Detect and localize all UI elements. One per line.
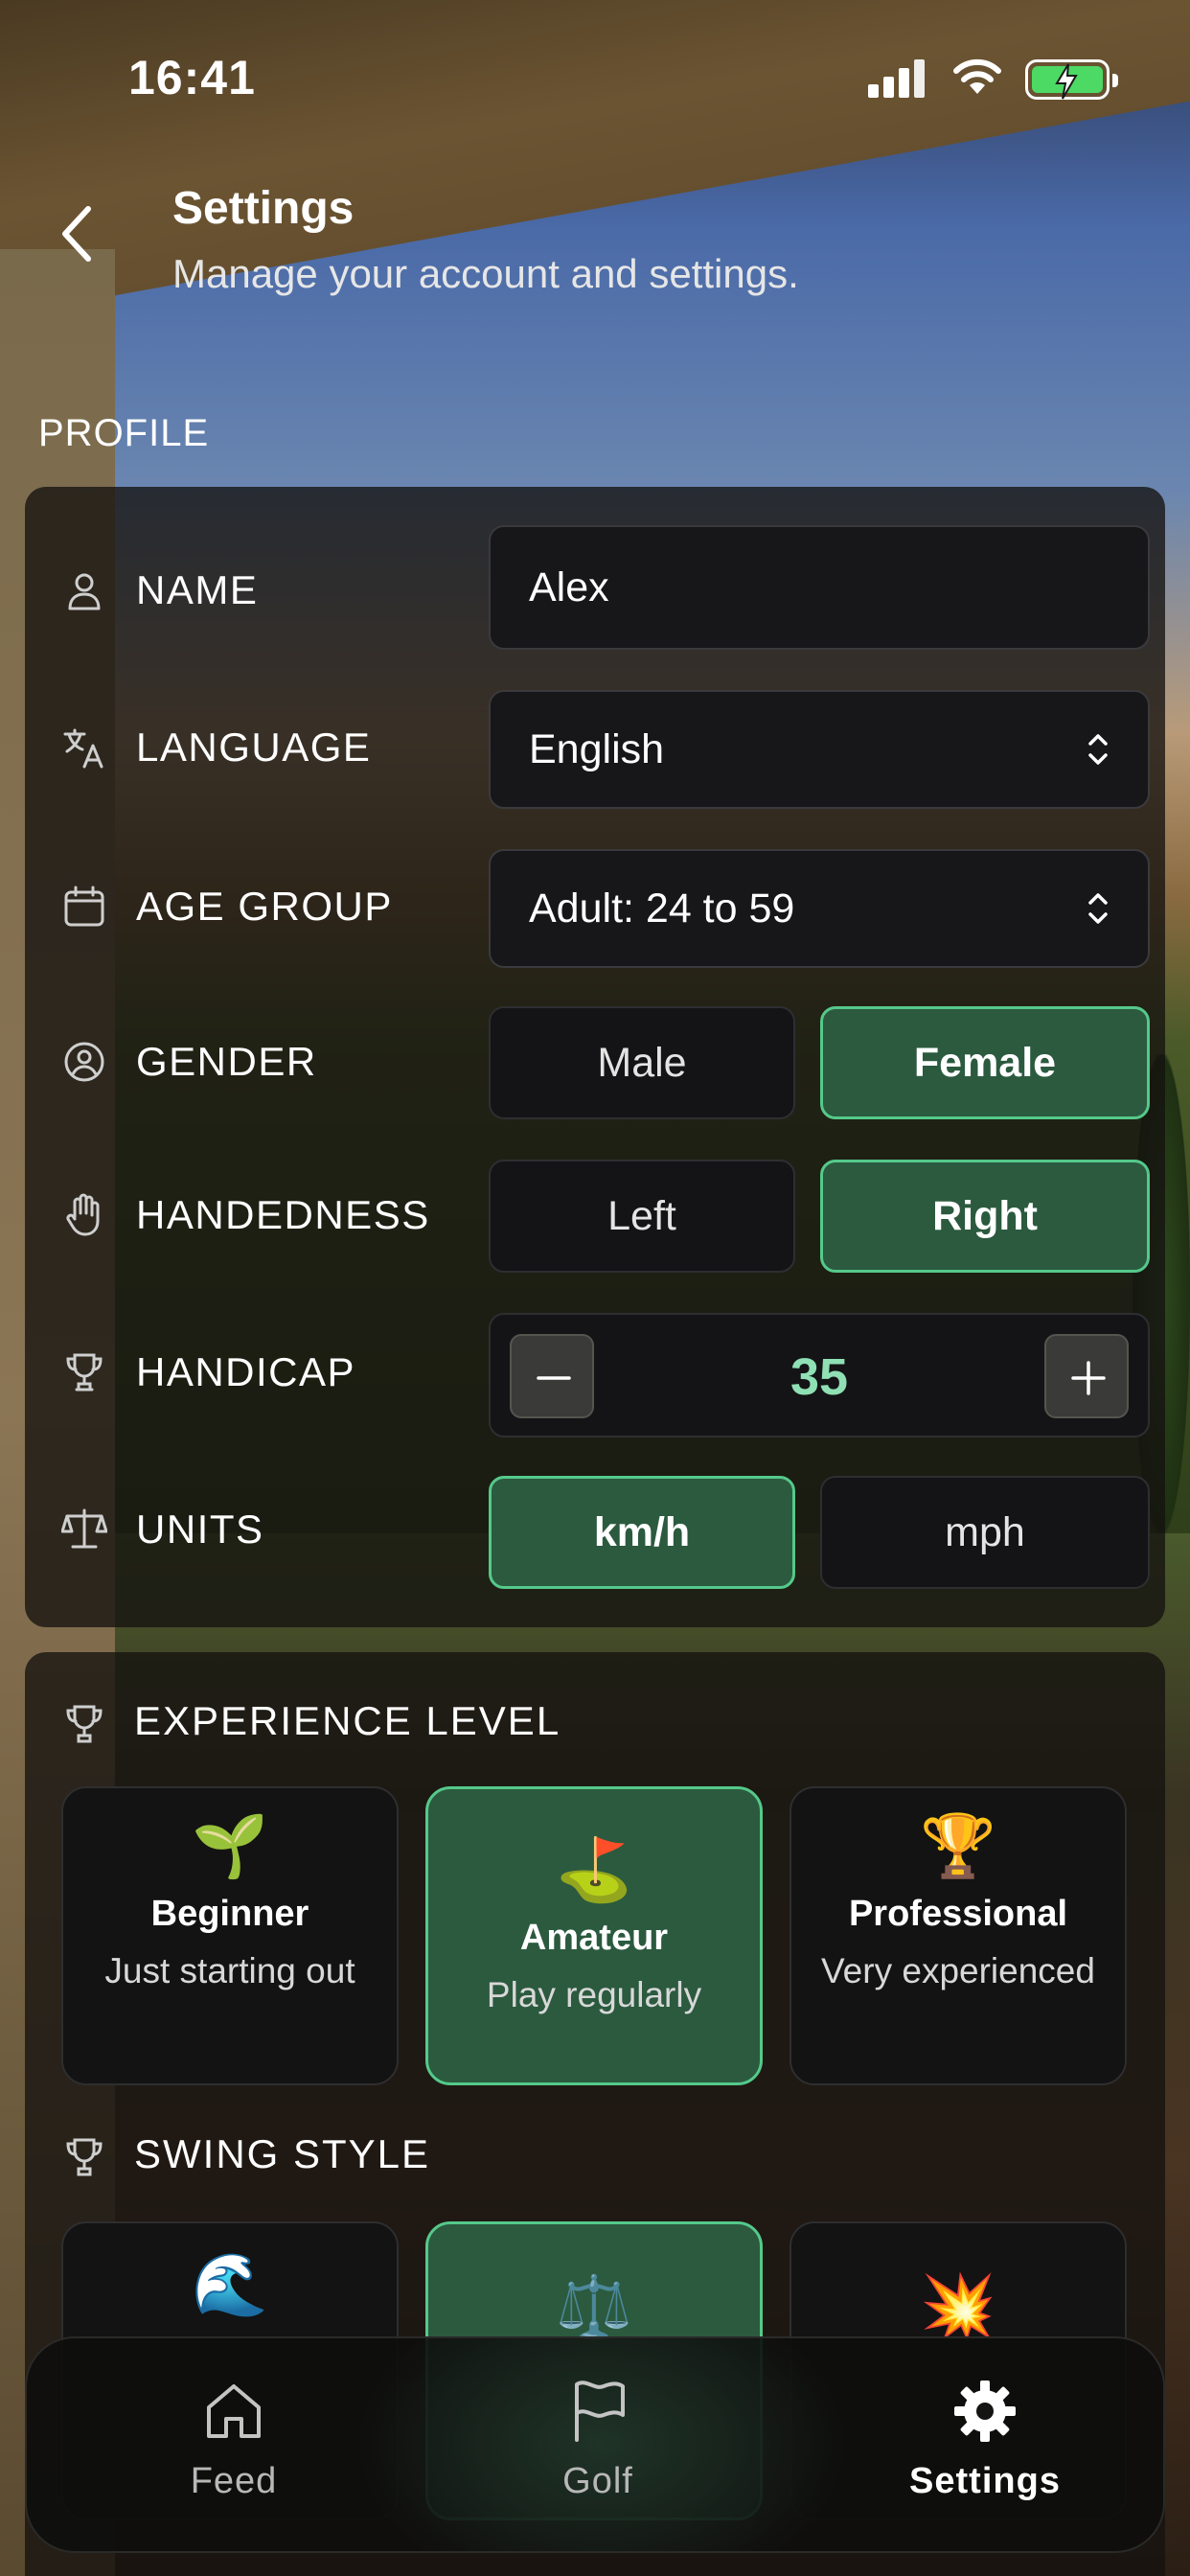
chevron-left-icon — [62, 206, 91, 262]
flag-icon — [575, 2380, 625, 2442]
swing-style-label: SWING STYLE — [134, 2131, 431, 2176]
trophy-icon — [66, 1353, 103, 1392]
trophy-emoji-icon: 🏆 — [920, 1811, 996, 1880]
age-group-label: AGE GROUP — [136, 884, 393, 929]
scale-icon — [61, 1508, 107, 1549]
person-icon — [68, 573, 101, 610]
units-label: UNITS — [136, 1506, 264, 1552]
handicap-increment-button[interactable] — [1044, 1334, 1129, 1418]
experience-professional-tile[interactable]: 🏆 Professional Very experienced — [790, 1786, 1127, 2085]
experience-beginner-desc: Just starting out — [104, 1951, 355, 1990]
chevron-up-down-icon — [1088, 734, 1108, 765]
experience-beginner-tile[interactable]: 🌱 Beginner Just starting out — [61, 1786, 399, 2085]
plus-icon — [1071, 1361, 1106, 1395]
explosion-icon: 💥 — [920, 2271, 996, 2340]
experience-level-label: EXPERIENCE LEVEL — [134, 1698, 561, 1743]
battery-icon — [1025, 59, 1118, 100]
tab-bar: Feed Golf Settings — [25, 2336, 1165, 2553]
tab-feed-label: Feed — [190, 2461, 278, 2501]
experience-beginner-title: Beginner — [150, 1894, 309, 1934]
handicap-label: HANDICAP — [136, 1349, 356, 1394]
language-select[interactable]: English — [489, 690, 1150, 809]
golf-flag-icon: ⛳ — [556, 1835, 632, 1904]
language-label: LANGUAGE — [136, 724, 372, 770]
wave-icon: 🌊 — [192, 2250, 268, 2319]
gear-icon — [954, 2380, 1016, 2442]
cellular-signal-icon — [868, 59, 926, 98]
tab-settings-label: Settings — [909, 2461, 1061, 2501]
units-kmh-button[interactable]: km/h — [489, 1476, 795, 1589]
gender-label: GENDER — [136, 1039, 317, 1084]
experience-professional-desc: Very experienced — [821, 1951, 1095, 1990]
section-label-profile: PROFILE — [38, 412, 210, 454]
calendar-icon — [64, 886, 104, 927]
tab-settings[interactable]: Settings — [860, 2377, 1110, 2530]
swing-style-header: SWING STYLE — [61, 2131, 430, 2180]
profile-card: NAME Alex LANGUAGE English AGE GROUP Adu… — [25, 487, 1165, 1627]
person-circle-icon — [64, 1042, 104, 1082]
experience-professional-title: Professional — [848, 1894, 1068, 1934]
trophy-icon — [66, 2138, 103, 2176]
tab-feed[interactable]: Feed — [109, 2377, 358, 2530]
hand-icon — [66, 1193, 100, 1236]
gender-male-button[interactable]: Male — [489, 1006, 795, 1119]
name-field[interactable]: Alex — [489, 525, 1150, 650]
page-title: Settings — [172, 183, 355, 234]
translate-icon — [63, 728, 103, 769]
name-label: NAME — [136, 567, 259, 612]
trophy-icon — [66, 1705, 103, 1743]
tab-golf-label: Golf — [562, 2461, 633, 2501]
language-value: English — [529, 725, 665, 772]
experience-amateur-desc: Play regularly — [486, 1975, 702, 2014]
units-mph-button[interactable]: mph — [820, 1476, 1150, 1589]
seedling-icon: 🌱 — [192, 1811, 268, 1880]
experience-amateur-tile[interactable]: ⛳ Amateur Play regularly — [425, 1786, 763, 2085]
age-group-value: Adult: 24 to 59 — [529, 885, 795, 932]
status-bar: 16:41 — [0, 0, 1190, 153]
gender-female-button[interactable]: Female — [820, 1006, 1150, 1119]
handedness-left-button[interactable]: Left — [489, 1160, 795, 1273]
wifi-icon — [953, 58, 1001, 94]
tab-golf[interactable]: Golf — [473, 2377, 722, 2530]
age-group-select[interactable]: Adult: 24 to 59 — [489, 849, 1150, 968]
experience-amateur-title: Amateur — [519, 1918, 669, 1958]
experience-level-header: EXPERIENCE LEVEL — [61, 1698, 561, 1747]
status-time: 16:41 — [128, 51, 256, 104]
balance-scale-icon: ⚖️ — [556, 2272, 632, 2341]
home-icon — [207, 2384, 261, 2438]
handedness-right-button[interactable]: Right — [820, 1160, 1150, 1273]
handicap-stepper: 35 — [489, 1313, 1150, 1438]
chevron-up-down-icon — [1088, 893, 1108, 924]
handedness-label: HANDEDNESS — [136, 1192, 430, 1237]
back-button[interactable] — [57, 203, 115, 272]
page-subtitle: Manage your account and settings. — [172, 251, 799, 296]
